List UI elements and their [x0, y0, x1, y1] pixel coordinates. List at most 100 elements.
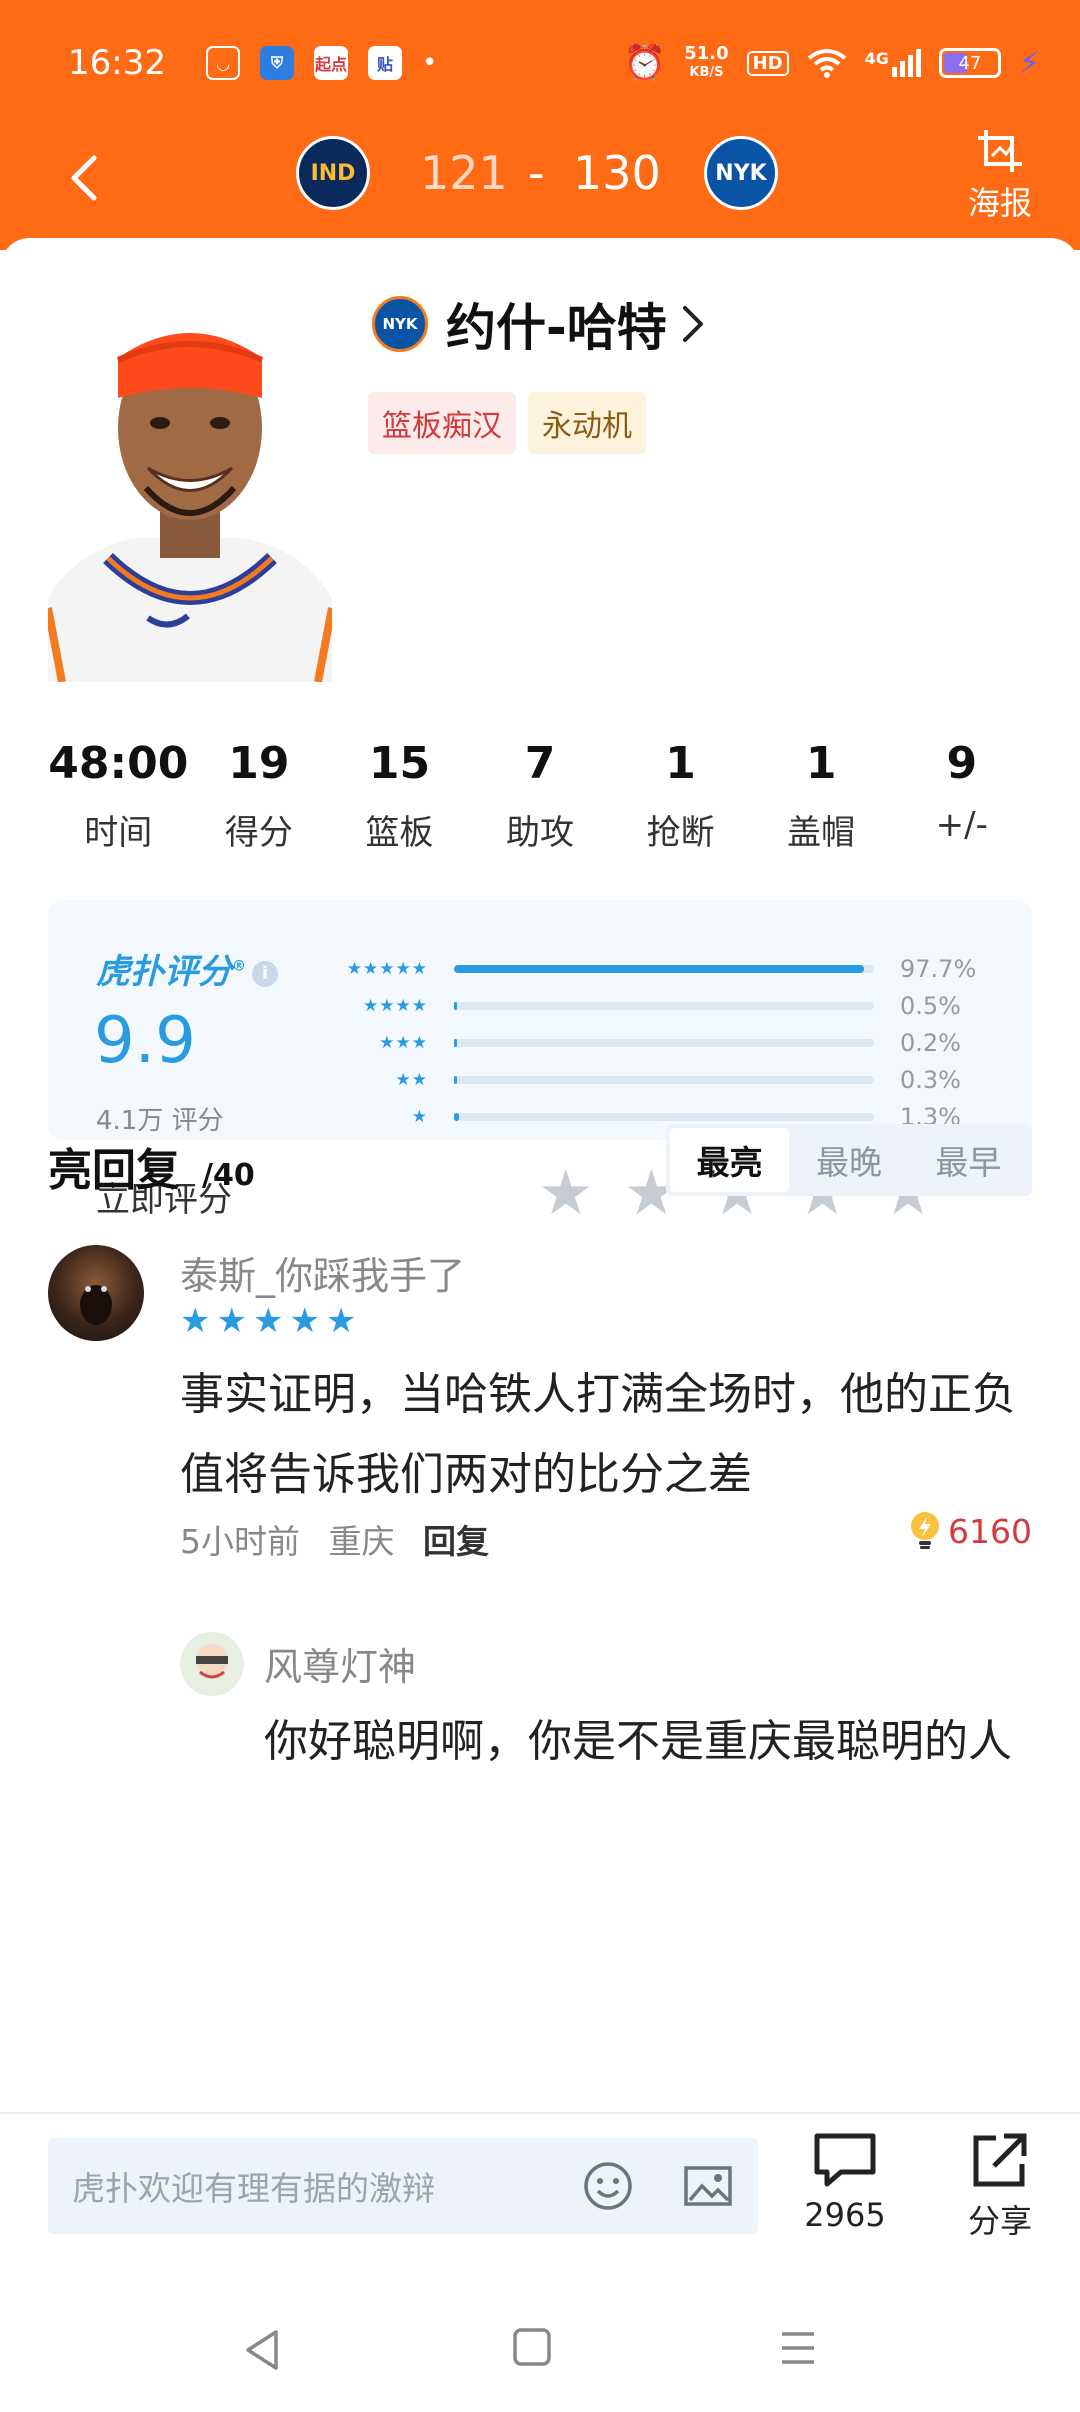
stat-item: 48:00 时间 [48, 738, 189, 854]
reply-button[interactable]: 回复 [423, 1522, 489, 1561]
rating-row: ★★★★★ 97.7% [318, 950, 1018, 987]
bottom-bar: 虎扑欢迎有理有据的激辩 2965 分享 [0, 2112, 1080, 2244]
signal-icon: 4G [865, 49, 921, 77]
stat-value: 19 [228, 738, 290, 789]
stat-label: +/- [935, 805, 988, 845]
stat-label: 盖帽 [787, 813, 856, 853]
home-score: 121 [420, 146, 508, 200]
stat-value: 15 [368, 738, 431, 789]
score-separator: - [528, 146, 545, 200]
tab-brightest[interactable]: 最亮 [670, 1128, 790, 1192]
share-button[interactable]: 分享 [960, 2132, 1040, 2242]
rating-score: 9.9 [94, 1004, 196, 1078]
tieba-app-icon: 贴 [367, 46, 402, 80]
rating-bar [454, 1112, 874, 1121]
like-button[interactable]: 6160 [908, 1511, 1032, 1551]
player-tags: 篮板痴汉 永动机 [368, 392, 646, 454]
rating-row-stars: ★★★★ [363, 995, 428, 1016]
nav-back-icon[interactable] [240, 2326, 284, 2374]
emoji-icon[interactable] [582, 2160, 634, 2212]
share-icon [973, 2133, 1027, 2187]
tv-app-icon: ◡ [205, 46, 240, 80]
rating-percent: 0.2% [900, 1028, 961, 1057]
rating-row-stars: ★ [411, 1106, 428, 1127]
comment-meta: 5小时前 重庆 回复 [180, 1515, 489, 1563]
comments-count: 2965 [804, 2196, 886, 2234]
crop-icon [978, 130, 1022, 172]
shield-app-icon: ⛨ [259, 46, 294, 80]
home-team-logo[interactable]: IND [296, 136, 370, 210]
stat-label: 时间 [84, 813, 153, 853]
nav-home-icon[interactable] [512, 2326, 552, 2370]
chevron-right-icon [682, 306, 703, 342]
back-arrow-icon[interactable] [56, 148, 116, 208]
stat-label: 助攻 [506, 813, 575, 853]
replies-title: 亮回复 [48, 1145, 180, 1196]
replies-header: 亮回复 /40 [48, 1134, 255, 1198]
info-icon[interactable]: i [252, 960, 278, 987]
comment-text: 事实证明，当哈铁人打满全场时，他的正负值将告诉我们两对的比分之差 [180, 1369, 1016, 1500]
wifi-icon [807, 49, 846, 78]
rating-percent: 0.3% [900, 1065, 961, 1094]
comment-bubble-icon [814, 2133, 876, 2187]
avatar[interactable] [48, 1245, 144, 1341]
charging-icon: ⚡ [1018, 45, 1040, 81]
comments-button[interactable]: 2965 [800, 2132, 890, 2234]
comment-input-placeholder: 虎扑欢迎有理有据的激辩 [72, 2169, 435, 2208]
stat-label: 篮板 [365, 813, 434, 853]
rating-row-stars: ★★★ [379, 1032, 428, 1053]
player-name-row[interactable]: NYK 约什-哈特 [372, 288, 705, 360]
stat-item: 19 得分 [189, 738, 330, 854]
comment-username[interactable]: 泰斯_你踩我手了 [180, 1245, 465, 1300]
away-team-logo[interactable]: NYK [704, 136, 778, 210]
notification-dot-icon: • [421, 48, 438, 78]
reply-sort-tabs: 最亮 最晚 最早 [666, 1124, 1032, 1196]
player-name: 约什-哈特 [446, 299, 667, 357]
stat-label: 抢断 [646, 813, 715, 853]
rating-distribution: ★★★★★ 97.7% ★★★★ 0.5% ★★★ 0.2% ★★ 0.3% ★ 1.3% [318, 950, 1018, 1135]
away-score: 130 [573, 146, 661, 200]
game-nav: IND 121 - 130 NYK 海报 [0, 128, 1080, 228]
rating-bar [454, 1001, 874, 1010]
player-tag: 篮板痴汉 [368, 392, 516, 454]
like-count: 6160 [948, 1511, 1032, 1551]
alarm-icon: ⏰ [623, 43, 667, 83]
rating-row: ★★★ 0.2% [318, 1024, 1018, 1061]
rating-bar-fill [454, 964, 865, 973]
player-stats: 48:00 时间 19 得分 15 篮板 7 助攻 1 抢断 1 盖帽 9 +/- [48, 738, 1032, 854]
tab-latest[interactable]: 最晚 [789, 1128, 908, 1192]
rating-brand: 虎扑评分® i [96, 944, 278, 993]
comment-input[interactable]: 虎扑欢迎有理有据的激辩 [48, 2138, 758, 2234]
system-nav-bar [0, 2290, 1080, 2412]
rate-star-1-icon[interactable]: ★ [538, 1162, 594, 1224]
stat-item: 1 抢断 [610, 738, 751, 854]
qidian-app-icon: 起点 [313, 46, 348, 80]
stat-value: 1 [665, 738, 696, 789]
stat-value: 48:00 [48, 738, 189, 789]
poster-button[interactable]: 海报 [960, 128, 1040, 224]
stat-label: 得分 [224, 813, 293, 853]
rating-row-stars: ★★★★★ [346, 958, 428, 979]
rating-bar-fill [454, 1038, 457, 1047]
avatar[interactable] [180, 1632, 244, 1696]
rating-bar-fill [454, 1112, 460, 1121]
top-header: 16:32 ◡ ⛨ 起点 贴 • ⏰ 51.0 KB/S HD 4G 47 ⚡ I… [0, 0, 1080, 250]
stat-value: 1 [805, 738, 837, 789]
stat-item: 7 助攻 [470, 738, 611, 854]
sub-reply-username[interactable]: 风尊灯神 [264, 1636, 416, 1691]
player-team-logo: NYK [372, 296, 428, 352]
share-label: 分享 [967, 2202, 1032, 2240]
battery-icon: 47 [938, 48, 1001, 78]
nav-menu-icon[interactable] [778, 2326, 818, 2370]
rating-bar [454, 1075, 874, 1084]
rating-row: ★★★★ 0.5% [318, 987, 1018, 1024]
tab-earliest[interactable]: 最早 [909, 1128, 1028, 1192]
rating-percent: 97.7% [900, 954, 977, 983]
lightbulb-icon [911, 1512, 940, 1549]
stat-value: 7 [524, 738, 556, 789]
rating-row-stars: ★★ [395, 1069, 428, 1090]
image-icon[interactable] [682, 2160, 734, 2212]
status-bar: 16:32 ◡ ⛨ 起点 贴 • ⏰ 51.0 KB/S HD 4G 47 ⚡ [68, 38, 1040, 88]
stat-item: 15 篮板 [329, 738, 470, 854]
player-photo [48, 298, 332, 682]
